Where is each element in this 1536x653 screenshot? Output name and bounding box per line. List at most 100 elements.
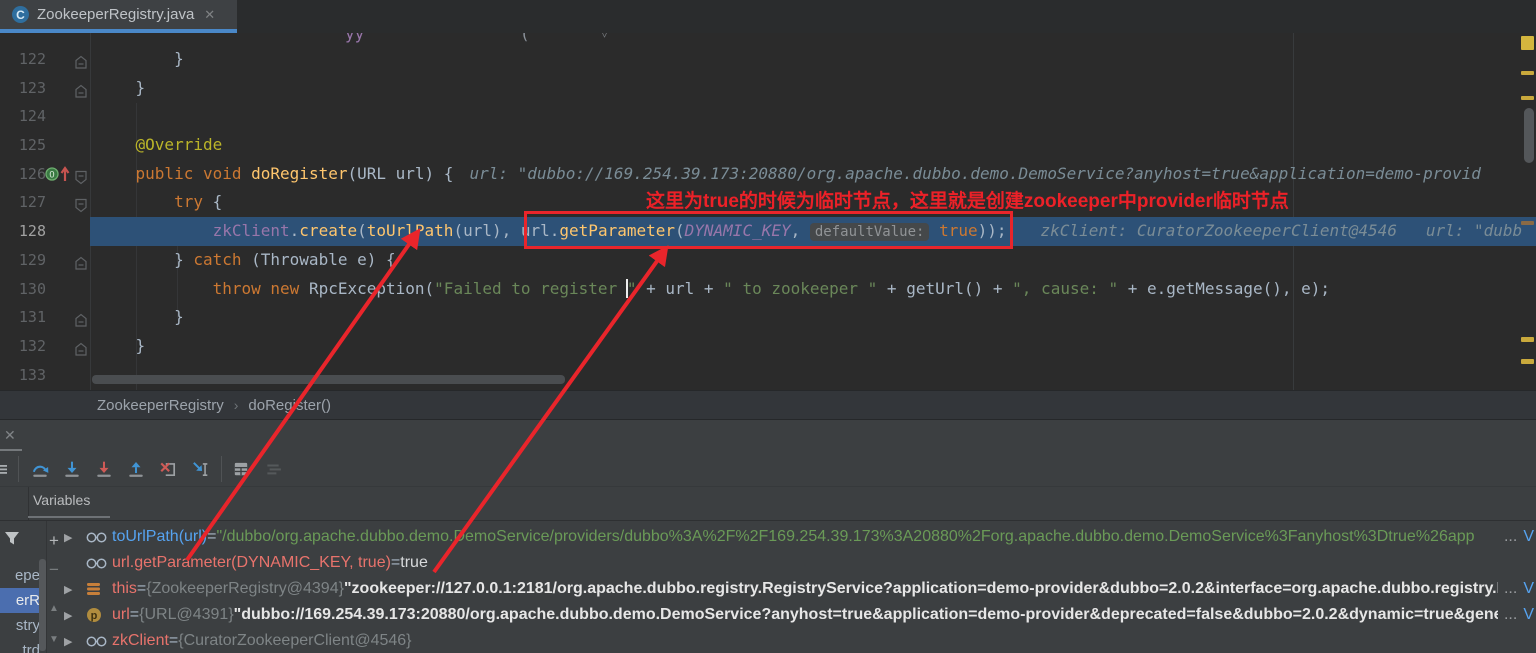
chevron-right-icon: › <box>234 397 239 413</box>
code-text <box>90 102 1536 131</box>
equals-sign: = <box>391 554 400 572</box>
tab-zookeeperregistry[interactable]: C ZookeeperRegistry.java ✕ <box>0 0 237 29</box>
breadcrumb-class[interactable]: ZookeeperRegistry <box>97 397 224 414</box>
code-token <box>193 164 203 183</box>
variable-name: url.getParameter(DYNAMIC_KEY, true) <box>112 554 391 572</box>
code-token: catch <box>193 250 241 269</box>
code-token: "Failed to register <box>434 279 627 298</box>
step-over-icon[interactable] <box>31 460 49 478</box>
code-token: . <box>290 221 300 240</box>
code-text: } <box>90 74 1536 103</box>
code-token: (Throwable e) { <box>242 250 396 269</box>
clipped-glyph: ˅ <box>600 33 609 44</box>
view-link-clipped[interactable]: ...V <box>1498 602 1534 628</box>
code-token: } <box>97 78 145 97</box>
code-token: public <box>136 164 194 183</box>
line-number: 130 <box>0 275 46 304</box>
horizontal-scrollbar[interactable] <box>92 375 565 384</box>
close-icon[interactable]: ✕ <box>4 427 16 444</box>
code-line: 130 throw new RpcException("Failed to re… <box>0 275 1536 304</box>
code-token: toUrlPath <box>367 221 454 240</box>
expander-arrow-icon[interactable]: ▶ <box>64 531 86 544</box>
tab-title: ZookeeperRegistry.java <box>37 6 194 23</box>
code-token: void <box>203 164 242 183</box>
breadcrumb-method[interactable]: doRegister() <box>248 397 331 414</box>
toolbar-separator <box>18 456 19 482</box>
line-number: 133 <box>0 361 46 390</box>
expander-arrow-icon[interactable]: ▶ <box>64 583 86 596</box>
code-line: 131 } <box>0 303 1536 332</box>
stripe-mark <box>1521 359 1534 364</box>
variable-value: "dubbo://169.254.39.173:20880/org.apache… <box>234 606 1514 624</box>
variable-row[interactable]: ▶purl = {URL@4391} "dubbo://169.254.39.1… <box>0 602 1536 628</box>
code-text: public void doRegister(URL url) {url: "d… <box>90 160 1536 189</box>
code-token: RpcException( <box>299 279 434 298</box>
code-token: + getUrl() + <box>877 279 1012 298</box>
line-number: 127 <box>0 188 46 217</box>
trace-settings-icon[interactable] <box>264 460 282 478</box>
step-out-icon[interactable] <box>127 460 145 478</box>
code-token <box>261 279 271 298</box>
drop-frame-icon[interactable] <box>159 460 177 478</box>
gutter-icons <box>46 361 90 390</box>
variable-name: toUrlPath(url) <box>112 528 207 546</box>
stripe-mark <box>1521 71 1534 75</box>
watch-variable-icon <box>86 635 112 648</box>
object-reference: {ZookeeperRegistry@4394} <box>146 580 344 598</box>
variable-row[interactable]: ▶this = {ZookeeperRegistry@4394} "zookee… <box>0 576 1536 602</box>
code-token: create <box>299 221 357 240</box>
variable-row[interactable]: ▶zkClient = {CuratorZookeeperClient@4546… <box>0 628 1536 653</box>
tab-close-icon[interactable]: ✕ <box>204 7 215 23</box>
extra-buttons-group <box>232 460 282 478</box>
object-reference: {CuratorZookeeperClient@4546} <box>178 632 411 650</box>
tab-variables[interactable]: Variables <box>33 492 90 508</box>
evaluate-expression-icon[interactable] <box>232 460 250 478</box>
watch-variable-icon <box>86 557 112 570</box>
code-token: } <box>97 336 145 355</box>
java-class-icon: C <box>12 6 29 23</box>
line-number: 131 <box>0 303 46 332</box>
variable-value: true <box>400 554 428 572</box>
editor-tab-bar: C ZookeeperRegistry.java ✕ <box>0 0 1536 33</box>
stripe-mark <box>1521 337 1534 342</box>
variable-row[interactable]: ▶toUrlPath(url) = "/dubbo/org.apache.dub… <box>0 524 1536 550</box>
code-text: } <box>90 45 1536 74</box>
code-token: " to zookeeper " <box>723 279 877 298</box>
gutter-icons <box>46 246 90 275</box>
view-link-clipped[interactable]: ...V <box>1498 576 1534 602</box>
code-line: 124 <box>0 102 1536 131</box>
code-token: @Override <box>97 135 222 154</box>
variable-row[interactable]: url.getParameter(DYNAMIC_KEY, true) = tr… <box>0 550 1536 576</box>
vertical-scrollbar[interactable] <box>1524 108 1534 163</box>
variable-name: url <box>112 606 130 624</box>
svg-text:p: p <box>91 610 98 622</box>
line-number: 122 <box>0 45 46 74</box>
clipped-code-remnant: yy(˅ <box>0 33 1536 45</box>
equals-sign: = <box>169 632 178 650</box>
svg-text:O: O <box>49 170 54 180</box>
inline-debug-hint: url: "dubbo://169.254.39.173:20880/org.a… <box>469 164 1480 183</box>
gutter-icons <box>46 217 90 246</box>
code-line: 125 @Override <box>0 131 1536 160</box>
breadcrumb: ZookeeperRegistry › doRegister() <box>0 390 1536 420</box>
expander-arrow-icon[interactable]: ▶ <box>64 635 86 648</box>
expander-arrow-icon[interactable]: ▶ <box>64 609 86 622</box>
run-to-cursor-icon[interactable] <box>191 460 209 478</box>
view-link-clipped[interactable]: ...V <box>1498 524 1534 550</box>
gutter-icons <box>46 45 90 74</box>
variable-value: "zookeeper://127.0.0.1:2181/org.apache.d… <box>344 580 1517 598</box>
code-token: + url + <box>636 279 723 298</box>
code-token: } <box>97 250 193 269</box>
code-token: { <box>203 192 222 211</box>
code-token: (URL url) { <box>347 164 453 183</box>
clipped-glyph: yy <box>345 33 364 43</box>
code-token: ( <box>357 221 367 240</box>
force-step-into-icon[interactable] <box>95 460 113 478</box>
step-into-icon[interactable] <box>63 460 81 478</box>
gutter-icons <box>46 102 90 131</box>
tool-tab-indicator <box>0 449 22 451</box>
code-token: + e.getMessage(), e); <box>1118 279 1330 298</box>
equals-sign: = <box>137 580 146 598</box>
line-number: 126 <box>0 160 46 189</box>
code-token <box>97 164 136 183</box>
